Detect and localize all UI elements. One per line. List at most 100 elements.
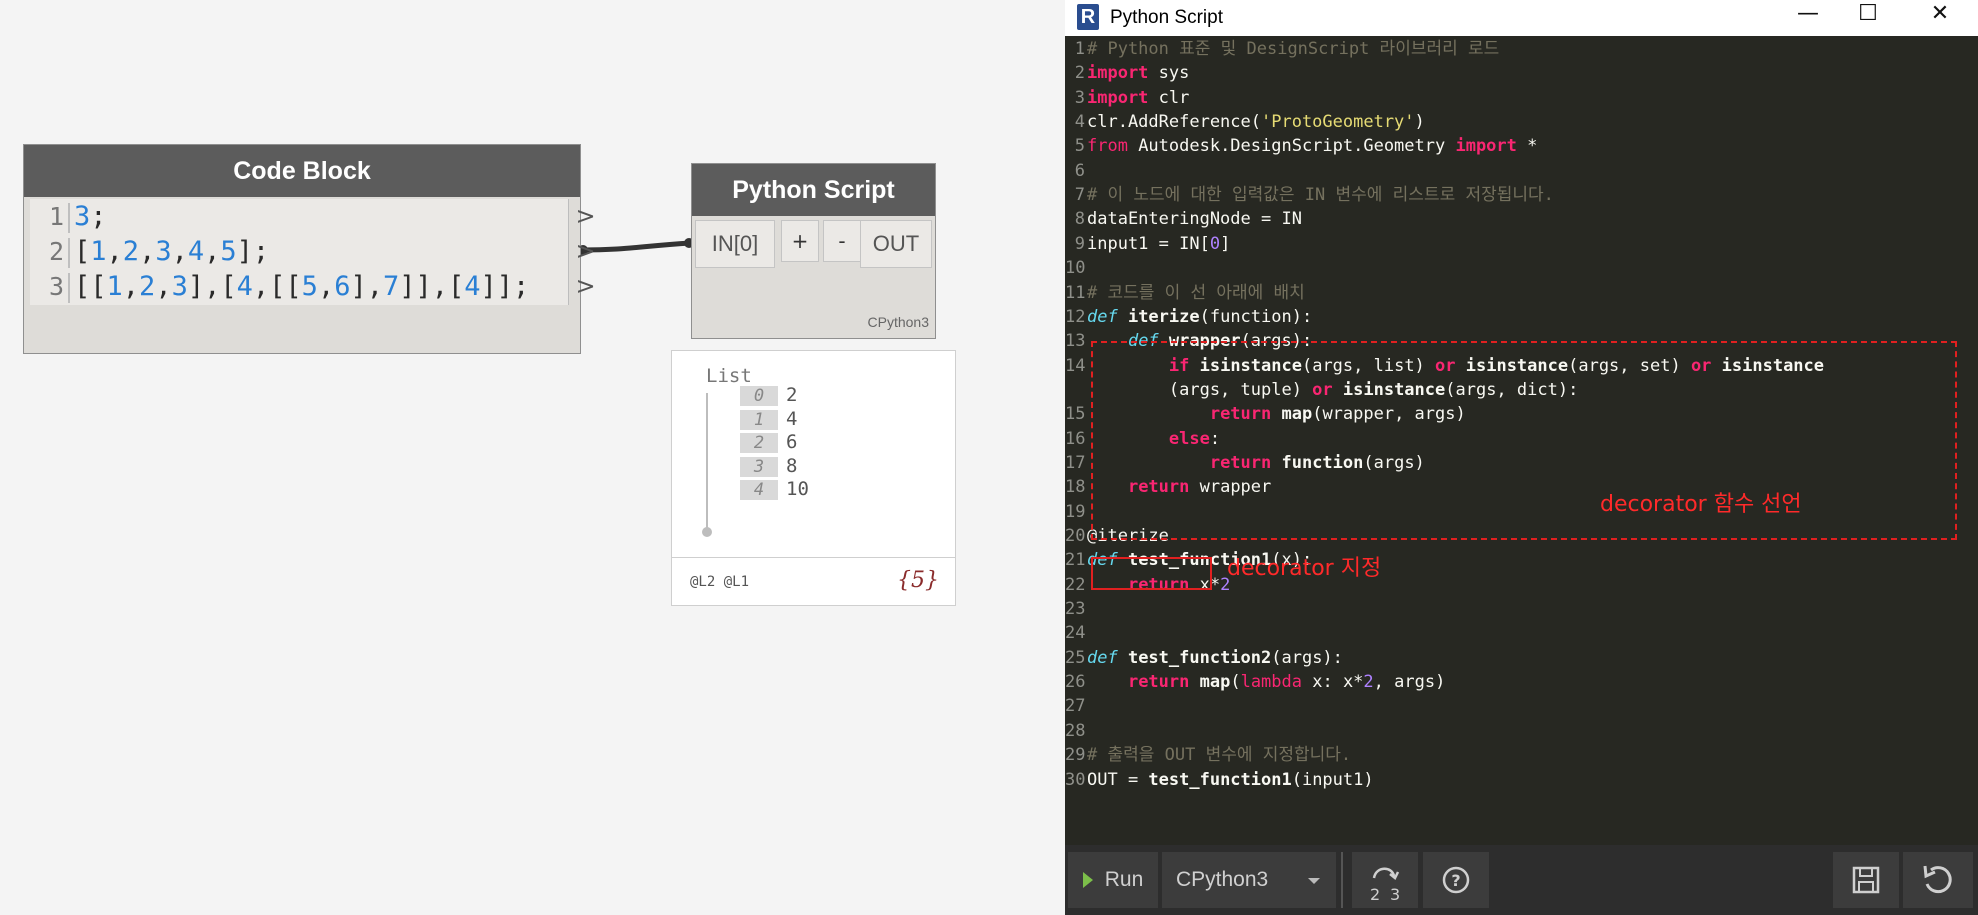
code-block-token: 2 — [122, 236, 140, 267]
code-line: 26 return map(lambda x: x*2, args) — [1065, 670, 1445, 694]
code-token: dataEnteringNode = IN — [1087, 209, 1302, 230]
code-block-line-number: 2 — [48, 237, 64, 266]
code-block-token: 1 — [90, 236, 107, 267]
preview-item-value: 4 — [786, 407, 798, 430]
code-block-token: , — [122, 271, 140, 302]
code-block-token: ]],[ — [399, 271, 465, 302]
line-number: 30 — [1065, 769, 1086, 790]
line-code: # 코드를 이 선 아래에 배치 — [1087, 281, 1305, 305]
code-block-token: 5 — [220, 236, 237, 267]
revert-icon — [1923, 865, 1952, 894]
preview-item-value: 2 — [786, 384, 798, 406]
line-code: from Autodesk.DesignScript.Geometry impo… — [1087, 134, 1537, 158]
code-block-output-port[interactable]: > — [569, 199, 602, 234]
code-block-line-number: 3 — [48, 272, 64, 301]
line-number: 1 — [1074, 39, 1085, 59]
code-editor[interactable]: 1 # Python 표준 및 DesignScript 라이브러리 로드 2 imp… — [1065, 36, 1978, 845]
minimize-button[interactable]: — — [1778, 0, 1838, 30]
code-token: (args): — [1271, 647, 1343, 668]
code-block-token: 4 — [187, 236, 205, 267]
line-code: # Python 표준 및 DesignScript 라이브러리 로드 — [1087, 37, 1499, 61]
code-block-output-port[interactable]: > — [569, 234, 602, 269]
line-number: 2 — [1074, 63, 1085, 84]
line-number: 17 — [1065, 452, 1086, 473]
code-block-token: ],[ — [187, 271, 237, 302]
line-number: 20 — [1065, 526, 1086, 546]
line-number: 22 — [1065, 574, 1086, 595]
decorator-apply-annotation: decorator 지정 — [1227, 556, 1382, 581]
code-token: 'ProtoGeometry' — [1261, 112, 1415, 133]
preview-list-item: 4 10 — [740, 477, 809, 501]
line-number: 9 — [1074, 233, 1085, 254]
help-icon: ? — [1442, 866, 1470, 894]
code-block-output-port[interactable]: > — [569, 269, 602, 304]
line-code: # 출력을 OUT 변수에 지정합니다. — [1087, 743, 1351, 767]
decorator-usage-highlight — [1091, 557, 1212, 590]
line-number: 15 — [1065, 404, 1086, 425]
line-code: dataEnteringNode = IN — [1087, 207, 1302, 231]
python-engine-label: CPython3 — [867, 314, 929, 330]
revert-button[interactable] — [1903, 852, 1973, 908]
code-token: import — [1455, 136, 1517, 157]
code-block-title: Code Block — [24, 145, 580, 197]
preview-list-item: 26 — [740, 430, 797, 454]
code-block-node[interactable]: Code Block 1 3; 2 [1,2,3,4,5]; 3 [[1,2,3],[4,… — [23, 144, 596, 354]
code-block-token: 6 — [334, 271, 351, 302]
maximize-button[interactable]: ☐ — [1838, 0, 1898, 30]
code-token: 2 — [1363, 672, 1374, 693]
code-block-line: 1 3; — [30, 199, 568, 234]
list-count-label: {5} — [897, 568, 939, 593]
window-titlebar[interactable]: R Python Script — ☐ ✕ — [1065, 0, 1978, 36]
code-token: # 출력을 OUT 변수에 지정합니다. — [1087, 745, 1352, 766]
code-block-token: , — [317, 271, 335, 302]
preview-item-index: 0 — [740, 386, 778, 406]
engine-dropdown[interactable]: CPython3 — [1162, 852, 1336, 908]
list-levels-label[interactable]: @L2 @L1 — [690, 574, 749, 590]
preview-item-index: 2 — [740, 433, 778, 453]
line-number: 23 — [1065, 599, 1086, 620]
python-script-editor-window: R Python Script — ☐ ✕ 1 # Python 표준 및 Des… — [1065, 0, 1978, 915]
decorator-declare-annotation: decorator 함수 선언 — [1600, 492, 1802, 517]
convert-tabs-button[interactable]: 2 3 — [1352, 852, 1418, 908]
python-input-port[interactable]: IN[0] — [695, 220, 775, 268]
code-line: 3 import clr — [1065, 86, 1190, 110]
line-number: 19 — [1065, 501, 1086, 522]
preview-list-item: 02 — [740, 383, 797, 407]
add-input-button[interactable]: + — [781, 220, 819, 262]
line-number: 25 — [1065, 647, 1086, 668]
preview-item-value: 6 — [786, 431, 798, 453]
code-line: 6 — [1065, 159, 1087, 183]
run-button[interactable]: Run — [1068, 852, 1158, 908]
save-button[interactable] — [1833, 852, 1899, 908]
remove-input-button[interactable]: - — [823, 220, 861, 262]
code-block-token: 5 — [301, 271, 318, 302]
code-line: 12def iterize(function): — [1065, 305, 1312, 329]
line-number: 13 — [1065, 331, 1086, 352]
code-block-editor[interactable]: 1 3; 2 [1,2,3,4,5]; 3 [[1,2,3],[4,[[5,6],7]],… — [30, 199, 568, 305]
line-number: 10 — [1065, 258, 1086, 279]
python-output-port[interactable]: OUT — [860, 220, 932, 268]
code-block-token: [[ — [74, 271, 107, 302]
preview-list-item: 14 — [740, 407, 797, 431]
code-line: 4 clr.AddReference('ProtoGeometry') — [1065, 110, 1425, 134]
code-token: test_function2 — [1117, 647, 1272, 668]
code-block-gutter-line — [68, 237, 70, 268]
line-number: 18 — [1065, 477, 1086, 498]
code-block-output-ports: > > > — [568, 199, 602, 305]
code-token: test_function1 — [1148, 769, 1292, 790]
code-token: map — [1189, 672, 1231, 693]
help-button[interactable]: ? — [1423, 852, 1489, 908]
code-block-token: ]]; — [480, 271, 530, 302]
code-block-token: , — [171, 236, 188, 267]
close-button[interactable]: ✕ — [1910, 0, 1970, 30]
line-code: input1 = IN[0] — [1087, 232, 1230, 256]
line-number: 11 — [1065, 282, 1086, 303]
code-token: from — [1087, 136, 1128, 157]
code-line: 1 # Python 표준 및 DesignScript 라이브러리 로드 — [1065, 37, 1500, 61]
dynamo-canvas[interactable]: Code Block 1 3; 2 [1,2,3,4,5]; 3 [[1,2,3],[4,… — [0, 0, 1065, 915]
code-token: ] — [1220, 233, 1231, 254]
code-line: 10 — [1065, 256, 1087, 280]
python-script-node[interactable]: Python Script IN[0] + - OUT CPython3 — [691, 163, 936, 339]
code-token: ) — [1414, 112, 1425, 133]
